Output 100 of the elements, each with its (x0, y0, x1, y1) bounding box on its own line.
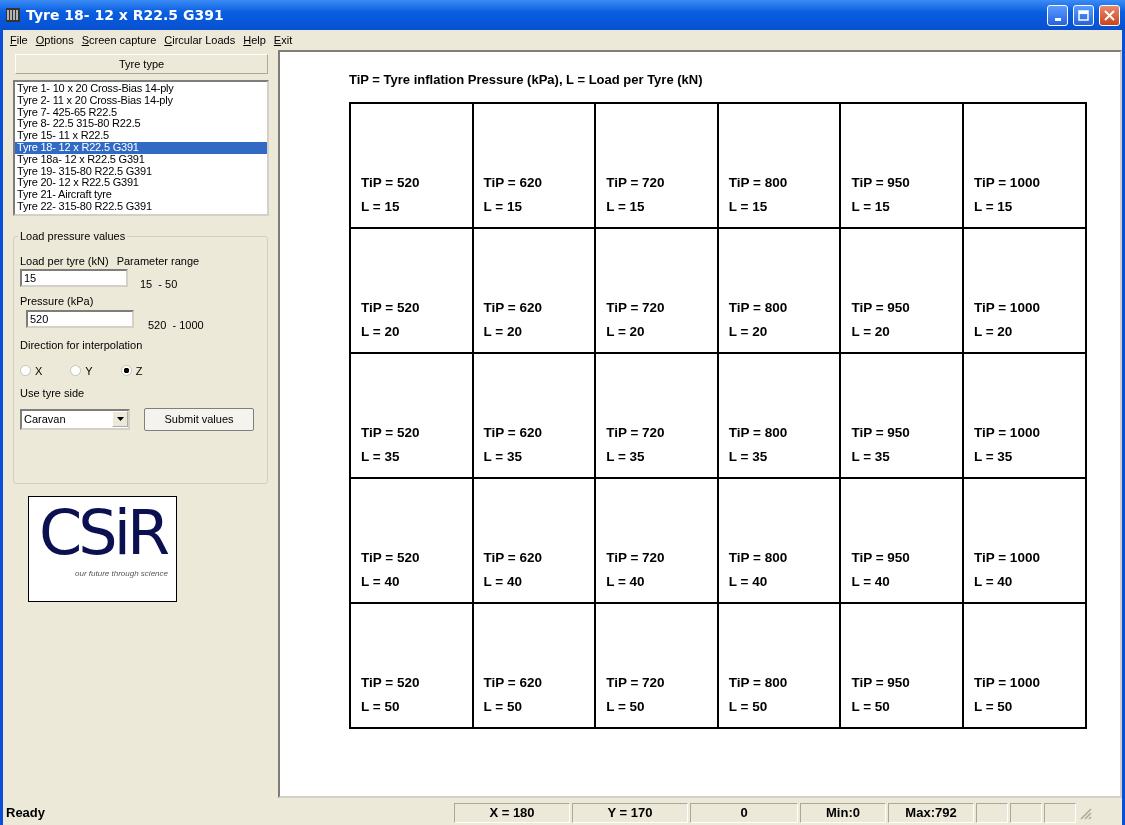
pressure-text: TiP = 720 (606, 299, 665, 317)
load-text: L = 15 (361, 198, 400, 216)
load-text: L = 35 (361, 448, 400, 466)
pressure-field[interactable]: 520 (26, 309, 134, 328)
load-text: L = 40 (361, 573, 400, 591)
pressure-text: TiP = 1000 (973, 299, 1040, 317)
pressure-text: TiP = 800 (728, 424, 788, 442)
radio-button[interactable]: Y (70, 364, 93, 377)
pressure-text: TiP = 520 (361, 424, 420, 442)
close-button[interactable] (1099, 4, 1120, 26)
pressure-text: TiP = 620 (483, 424, 543, 442)
list-item[interactable]: Tyre 20- 12 x R22.5 G391 (15, 177, 267, 190)
pressure-text: TiP = 800 (728, 299, 788, 317)
status-panel (976, 802, 1008, 823)
load-text: L = 35 (483, 448, 522, 466)
load-text: L = 40 (606, 573, 645, 591)
status-panel: Y = 170 (572, 802, 688, 823)
load-text: L = 50 (973, 698, 1013, 716)
list-item[interactable]: Tyre 8- 22.5 315-80 R22.5 (15, 118, 267, 131)
load-text: L = 15 (483, 198, 522, 216)
pressure-text: TiP = 950 (851, 299, 910, 317)
pressure-text: TiP = 1000 (973, 174, 1040, 192)
load-text: L = 20 (973, 323, 1013, 341)
load-text: L = 35 (973, 448, 1013, 466)
load-text: L = 15 (606, 198, 645, 216)
list-item[interactable]: Tyre 22- 315-80 R22.5 G391 (15, 200, 267, 213)
maximize-icon (1078, 9, 1089, 21)
load-text: L = 15 (728, 198, 768, 216)
window-title: Tyre 18- 12 x R22.5 G391 (26, 7, 225, 23)
field-label: Pressure (kPa) (20, 294, 94, 307)
side-dropdown[interactable]: Caravan (20, 408, 130, 430)
pressure-text: TiP = 620 (483, 174, 543, 192)
minimize-button[interactable] (1047, 4, 1068, 26)
field-label: Load per tyre (kN) (20, 254, 109, 267)
load-text: L = 15 (973, 198, 1013, 216)
menu-item[interactable]: Circular Loads (160, 34, 240, 46)
list-header: Tyre type (15, 54, 268, 74)
load-text: L = 50 (728, 698, 768, 716)
status-panel (1010, 802, 1042, 823)
minimize-icon (1054, 17, 1061, 21)
tyre-list[interactable] (13, 80, 269, 216)
pressure-text: TiP = 520 (361, 549, 420, 567)
list-item[interactable]: Tyre 21- Aircraft tyre (15, 189, 267, 201)
menu-item[interactable]: Exit (269, 34, 297, 46)
load-text: L = 40 (973, 573, 1013, 591)
pressure-text: TiP = 950 (851, 674, 910, 692)
load-text: L = 15 (851, 198, 890, 216)
status-panel: X = 180 (454, 802, 570, 823)
list-item[interactable]: Tyre 7- 425-65 R22.5 (15, 106, 267, 119)
load-field[interactable]: 15 (20, 268, 128, 287)
load-text: L = 40 (851, 573, 890, 591)
menu-item[interactable]: Screen capture (77, 34, 161, 46)
load-text: L = 50 (606, 698, 645, 716)
list-item[interactable]: Tyre 18- 12 x R22.5 G391 (15, 142, 267, 154)
load-text: L = 35 (728, 448, 768, 466)
status-panel: 0 (690, 802, 798, 823)
radio-button[interactable]: X (20, 364, 43, 377)
list-item[interactable]: Tyre 1- 10 x 20 Cross-Bias 14-ply (15, 83, 267, 95)
pressure-text: TiP = 620 (483, 299, 543, 317)
pressure-text: TiP = 720 (606, 549, 665, 567)
pressure-text: TiP = 1000 (973, 424, 1040, 442)
load-text: L = 35 (851, 448, 890, 466)
menu-item[interactable]: Options (31, 34, 78, 46)
pressure-text: TiP = 950 (851, 549, 910, 567)
menu-item[interactable]: Help (239, 34, 270, 46)
resize-grip-icon (1078, 805, 1092, 820)
field-label: Direction for interpolation (20, 338, 143, 351)
range-label: Parameter range (116, 254, 200, 267)
caret-icon (116, 417, 124, 422)
load-text: L = 20 (483, 323, 522, 341)
pressure-text: TiP = 720 (606, 424, 665, 442)
status-message: Ready (5, 805, 47, 820)
legend-text: TiP = Tyre inflation Pressure (kPa), L = Load per Tyre (kN) (349, 72, 704, 87)
status-panel: Min:0 (800, 802, 886, 823)
field-label: Use tyre side (20, 386, 85, 399)
maximize-button[interactable] (1073, 4, 1094, 26)
list-item[interactable]: Tyre 2- 11 x 20 Cross-Bias 14-ply (15, 94, 267, 107)
pressure-text: TiP = 1000 (973, 674, 1040, 692)
logo: CSiR our future through science (28, 495, 177, 602)
pressure-text: TiP = 720 (606, 674, 665, 692)
load-text: L = 40 (483, 573, 522, 591)
load-text: L = 20 (361, 323, 400, 341)
list-item[interactable]: Tyre 18a- 12 x R22.5 G391 (15, 153, 267, 166)
pressure-text: TiP = 620 (483, 549, 543, 567)
status-panel (1044, 802, 1076, 823)
load-text: L = 50 (483, 698, 522, 716)
pressure-text: TiP = 520 (361, 174, 420, 192)
list-item[interactable]: Tyre 15- 11 x R22.5 (15, 130, 267, 142)
status-panel: Max:792 (888, 802, 974, 823)
range-text: 520 - 1000 (148, 318, 204, 331)
load-text: L = 50 (851, 698, 890, 716)
radio-button[interactable]: Z (120, 364, 143, 377)
submit-button[interactable]: Submit values (144, 407, 254, 431)
pressure-text: TiP = 720 (606, 174, 665, 192)
load-text: L = 40 (728, 573, 768, 591)
load-text: L = 20 (728, 323, 768, 341)
pressure-text: TiP = 800 (728, 674, 788, 692)
pressure-text: TiP = 1000 (973, 549, 1040, 567)
menu-item[interactable]: File (6, 34, 32, 46)
list-item[interactable]: Tyre 19- 315-80 R22.5 G391 (15, 165, 267, 178)
